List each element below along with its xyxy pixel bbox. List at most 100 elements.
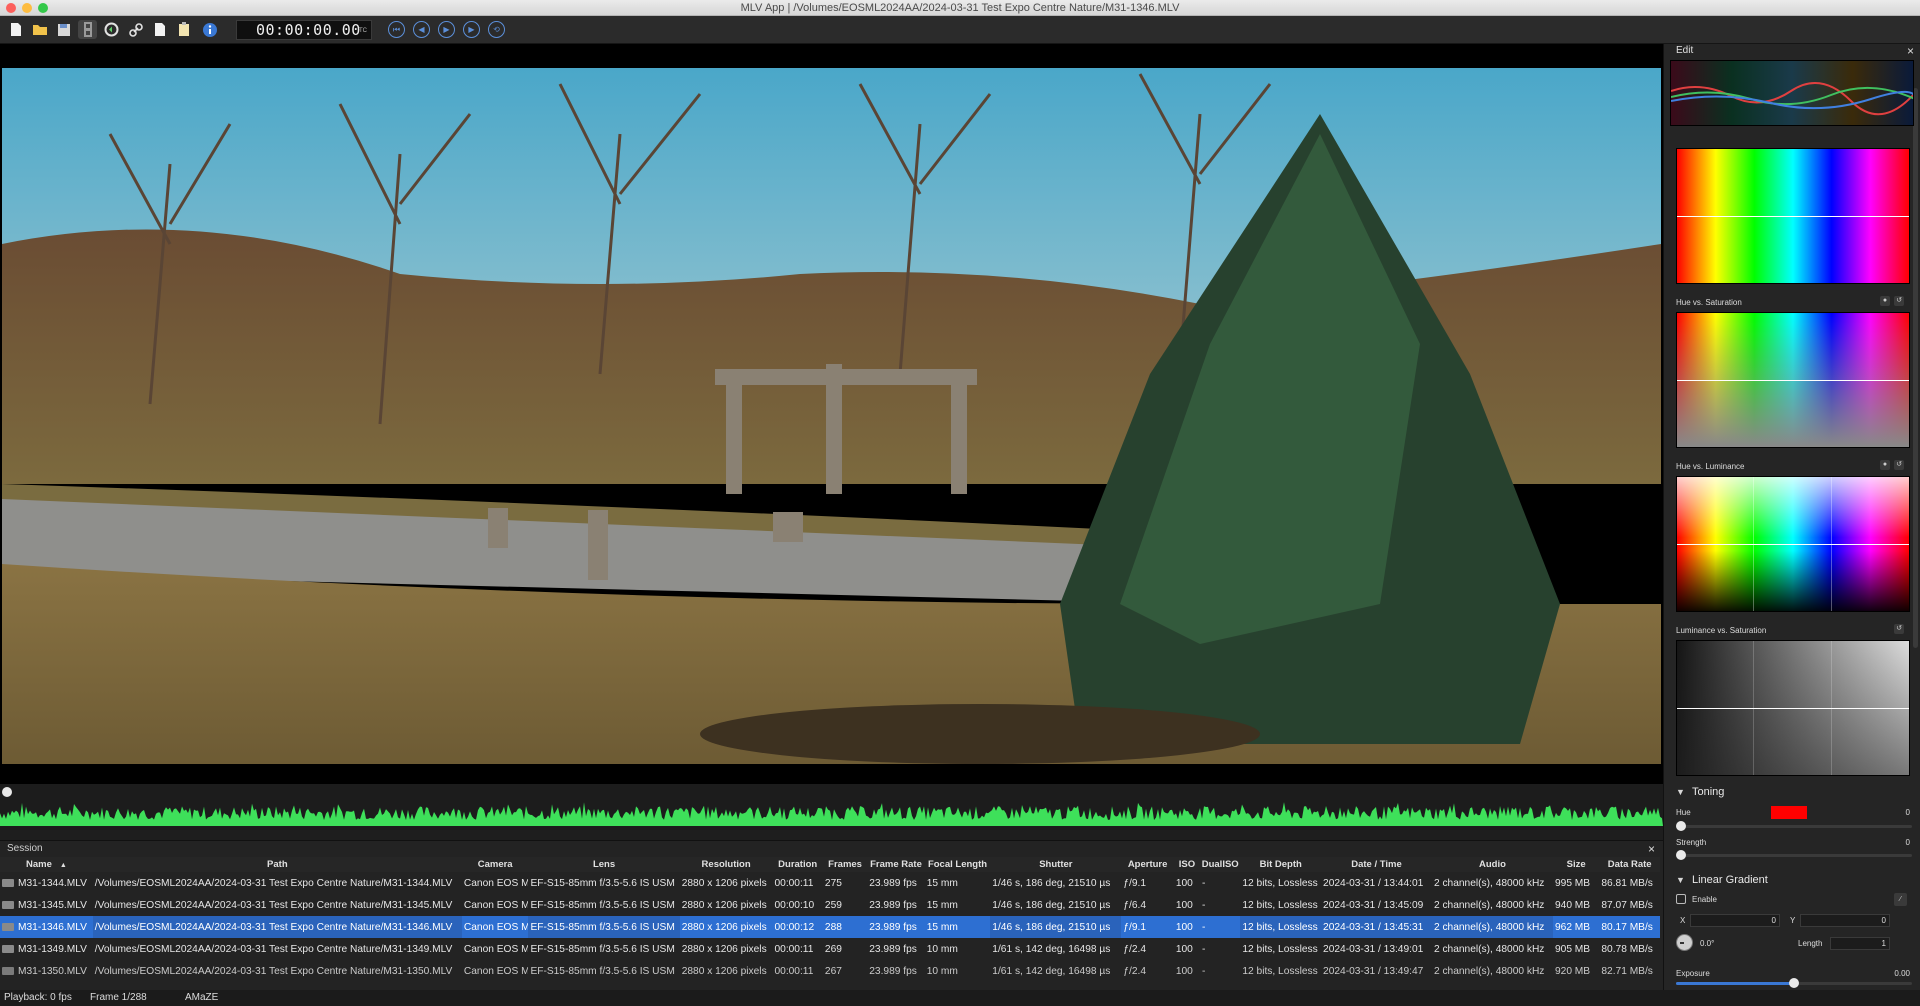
luminance-vs-saturation-curve[interactable] (1676, 640, 1910, 776)
table-cell: 2 channel(s), 48000 kHz (1432, 938, 1553, 960)
table-cell: Canon EOS M (462, 960, 529, 982)
cell-value: /Volumes/EOSML2024AA/2024-03-31 Test Exp… (94, 965, 453, 977)
table-cell: 2880 x 1206 pixels (680, 872, 773, 894)
column-header-frame-rate[interactable]: Frame Rate (867, 857, 925, 872)
cell-value: 905 MB (1554, 943, 1591, 955)
table-cell: - (1200, 916, 1241, 938)
cell-value: 00:00:12 (774, 921, 815, 933)
close-session-button[interactable]: × (1648, 841, 1655, 857)
column-header-aperture[interactable]: Aperture (1121, 857, 1174, 872)
column-header-camera[interactable]: Camera (461, 857, 529, 872)
gradient-angle-dial[interactable] (1676, 934, 1693, 951)
column-header-label: Shutter (1039, 859, 1073, 870)
table-row[interactable]: M31-1349.MLV/Volumes/EOSML2024AA/2024-03… (0, 938, 1660, 960)
table-cell: Canon EOS M (462, 894, 529, 916)
table-row[interactable]: M31-1345.MLV/Volumes/EOSML2024AA/2024-03… (0, 894, 1660, 916)
toning-collapse-icon[interactable]: ▼ (1676, 787, 1685, 797)
cell-value: 00:00:11 (774, 877, 814, 889)
video-viewer[interactable] (0, 44, 1663, 784)
column-header-name[interactable]: Name ▲ (0, 857, 93, 872)
hue-sat-picker-icon[interactable]: ● (1880, 296, 1890, 306)
previous-frame-button[interactable]: ◀ (413, 21, 430, 38)
column-header-focal-length[interactable]: Focal Length (924, 857, 991, 872)
table-cell: 288 (822, 916, 868, 938)
column-header-data-rate[interactable]: Data Rate (1599, 857, 1660, 872)
gradient-length-field[interactable]: 1 (1830, 937, 1890, 950)
table-cell: 12 bits, Lossless (1240, 916, 1322, 938)
gradient-y-label: Y (1790, 916, 1796, 925)
table-row[interactable]: M31-1350.MLV/Volumes/EOSML2024AA/2024-03… (0, 960, 1660, 982)
column-header-shutter[interactable]: Shutter (990, 857, 1122, 872)
cell-value: 2 channel(s), 48000 kHz (1433, 943, 1545, 955)
cell-value: 12 bits, Lossless (1242, 877, 1318, 889)
cell-value: 275 (824, 877, 842, 889)
column-header-audio[interactable]: Audio (1431, 857, 1553, 872)
column-header-duration[interactable]: Duration (772, 857, 823, 872)
zoom-window-button[interactable] (38, 3, 48, 13)
cell-value: 23.989 fps (869, 899, 917, 911)
close-edit-button[interactable]: × (1907, 44, 1914, 58)
toning-strength-slider[interactable] (1676, 854, 1912, 857)
table-cell: M31-1350.MLV (0, 960, 93, 982)
table-cell: ƒ/2.4 (1121, 938, 1173, 960)
column-header-iso[interactable]: ISO (1173, 857, 1201, 872)
gradient-y-field[interactable]: 0 (1800, 914, 1890, 927)
video-frame-preview (0, 44, 1663, 784)
lum-sat-reset-icon[interactable]: ↺ (1894, 624, 1904, 634)
minimize-window-button[interactable] (22, 3, 32, 13)
table-cell: Canon EOS M (461, 916, 529, 938)
linear-gradient-collapse-icon[interactable]: ▼ (1676, 875, 1685, 885)
table-cell: 920 MB (1553, 960, 1599, 982)
table-cell: 259 (823, 894, 867, 916)
cell-value: 1/46 s, 186 deg, 21510 µs (992, 877, 1111, 889)
column-header-size[interactable]: Size (1552, 857, 1600, 872)
copy-icon[interactable] (150, 20, 169, 39)
hue-sat-reset-icon[interactable]: ↺ (1894, 296, 1904, 306)
edit-panel-scrollbar[interactable] (1913, 88, 1918, 648)
gradient-enable-checkbox[interactable] (1676, 894, 1686, 904)
link-icon[interactable] (126, 20, 145, 39)
close-window-button[interactable] (6, 3, 16, 13)
hue-vs-hue-curve[interactable] (1676, 148, 1910, 284)
exposure-slider-handle[interactable] (1789, 978, 1799, 988)
column-header-lens[interactable]: Lens (528, 857, 680, 872)
save-session-icon[interactable] (54, 20, 73, 39)
column-header-resolution[interactable]: Resolution (679, 857, 773, 872)
table-cell: 1/61 s, 142 deg, 16498 µs (990, 938, 1121, 960)
toning-strength-slider-handle[interactable] (1676, 850, 1686, 860)
open-folder-icon[interactable] (30, 20, 49, 39)
table-cell: /Volumes/EOSML2024AA/2024-03-31 Test Exp… (93, 894, 462, 916)
export-icon[interactable] (102, 20, 121, 39)
gradient-draw-icon[interactable]: ⁄ (1894, 893, 1907, 906)
table-cell: 82.71 MB/s (1599, 960, 1660, 982)
table-row[interactable]: M31-1346.MLV/Volumes/EOSML2024AA/2024-03… (0, 916, 1660, 938)
next-frame-button[interactable]: ▶ (463, 21, 480, 38)
paste-icon[interactable] (174, 20, 193, 39)
hue-vs-saturation-curve[interactable] (1676, 312, 1910, 448)
toning-hue-swatch[interactable] (1771, 806, 1807, 819)
toning-hue-slider[interactable] (1676, 825, 1912, 828)
cell-value: 100 (1175, 965, 1193, 977)
table-cell: 1/46 s, 186 deg, 21510 µs (990, 894, 1121, 916)
play-button[interactable]: ▶ (438, 21, 455, 38)
toning-hue-slider-handle[interactable] (1676, 821, 1686, 831)
hue-lum-picker-icon[interactable]: ● (1880, 460, 1890, 470)
hue-lum-reset-icon[interactable]: ↺ (1894, 460, 1904, 470)
column-header-bit-depth[interactable]: Bit Depth (1240, 857, 1322, 872)
step-forward-icon: ▶ (468, 25, 475, 34)
cell-value: 00:00:10 (774, 899, 815, 911)
jump-to-first-frame-button[interactable]: ⏮ (388, 21, 405, 38)
gradient-x-field[interactable]: 0 (1690, 914, 1780, 927)
film-strip-icon[interactable] (78, 20, 97, 39)
column-header-path[interactable]: Path (92, 857, 462, 872)
cell-value: Canon EOS M (463, 965, 529, 977)
column-header-date-time[interactable]: Date / Time (1321, 857, 1432, 872)
column-header-dualiso[interactable]: DualISO (1200, 857, 1241, 872)
column-header-frames[interactable]: Frames (822, 857, 868, 872)
new-file-icon[interactable] (6, 20, 25, 39)
hue-vs-luminance-curve[interactable] (1676, 476, 1910, 612)
timeline-scrubber-handle[interactable] (2, 787, 12, 797)
loop-button[interactable]: ⟲ (488, 21, 505, 38)
info-icon[interactable] (200, 20, 219, 39)
table-row[interactable]: M31-1344.MLV/Volumes/EOSML2024AA/2024-03… (0, 872, 1660, 894)
